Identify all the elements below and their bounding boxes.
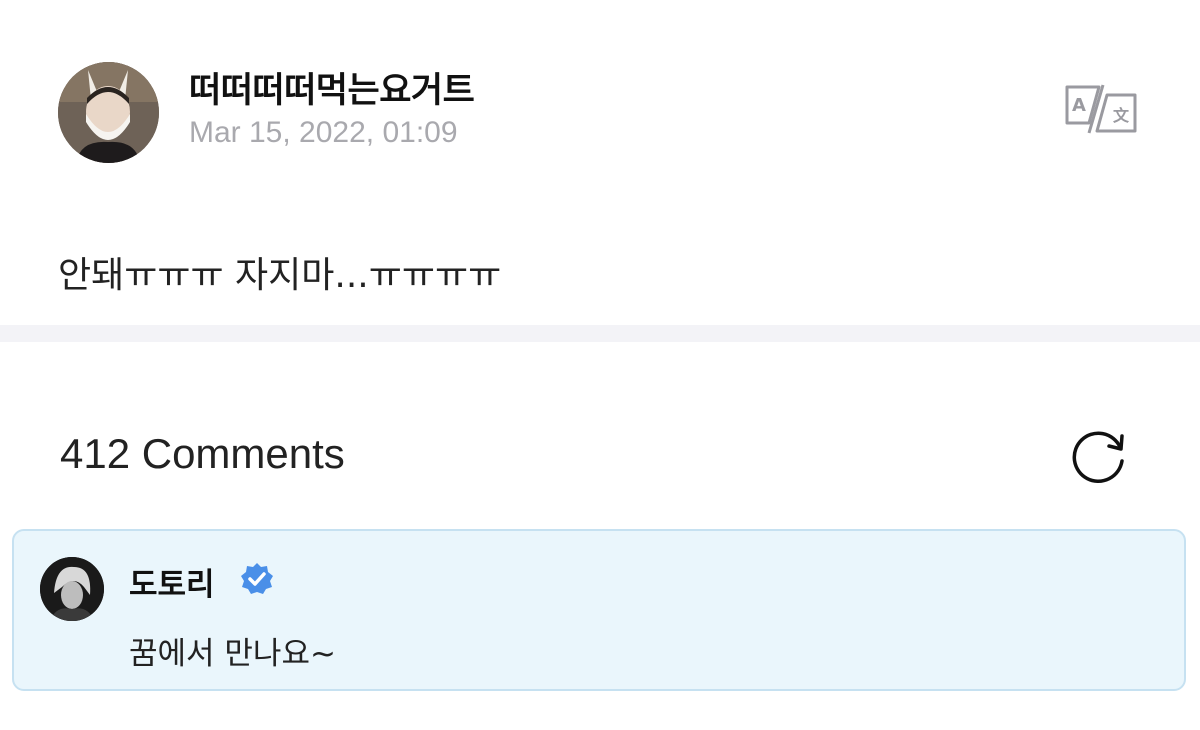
avatar-photo-icon <box>40 557 104 621</box>
highlighted-comment[interactable]: 도토리 꿈에서 만나요~ <box>12 529 1186 691</box>
comment-author-avatar[interactable] <box>40 557 104 621</box>
post-body-text: 안돼ㅠㅠㅠ 자지마...ㅠㅠㅠㅠ <box>58 255 502 296</box>
post: 떠떠떠떠먹는요거트 Mar 15, 2022, 01:09 A 文 안돼ㅠㅠㅠ … <box>0 0 1200 325</box>
section-divider <box>0 325 1200 342</box>
verified-badge-icon <box>241 563 273 594</box>
comment-text: 꿈에서 만나요~ <box>129 636 336 672</box>
refresh-icon <box>1072 431 1124 483</box>
comment-author-name[interactable]: 도토리 <box>129 559 215 604</box>
post-timestamp: Mar 15, 2022, 01:09 <box>189 116 458 149</box>
comments-count-header: 412 Comments <box>60 430 345 477</box>
post-author-avatar[interactable] <box>58 62 159 163</box>
translate-icon: A 文 <box>1065 84 1137 134</box>
translate-button[interactable]: A 文 <box>1063 83 1139 135</box>
refresh-comments-button[interactable] <box>1072 426 1132 484</box>
svg-text:A: A <box>1072 95 1086 116</box>
avatar-photo-icon <box>58 62 159 163</box>
post-author-name[interactable]: 떠떠떠떠먹는요거트 <box>189 62 475 113</box>
svg-text:文: 文 <box>1113 106 1130 125</box>
